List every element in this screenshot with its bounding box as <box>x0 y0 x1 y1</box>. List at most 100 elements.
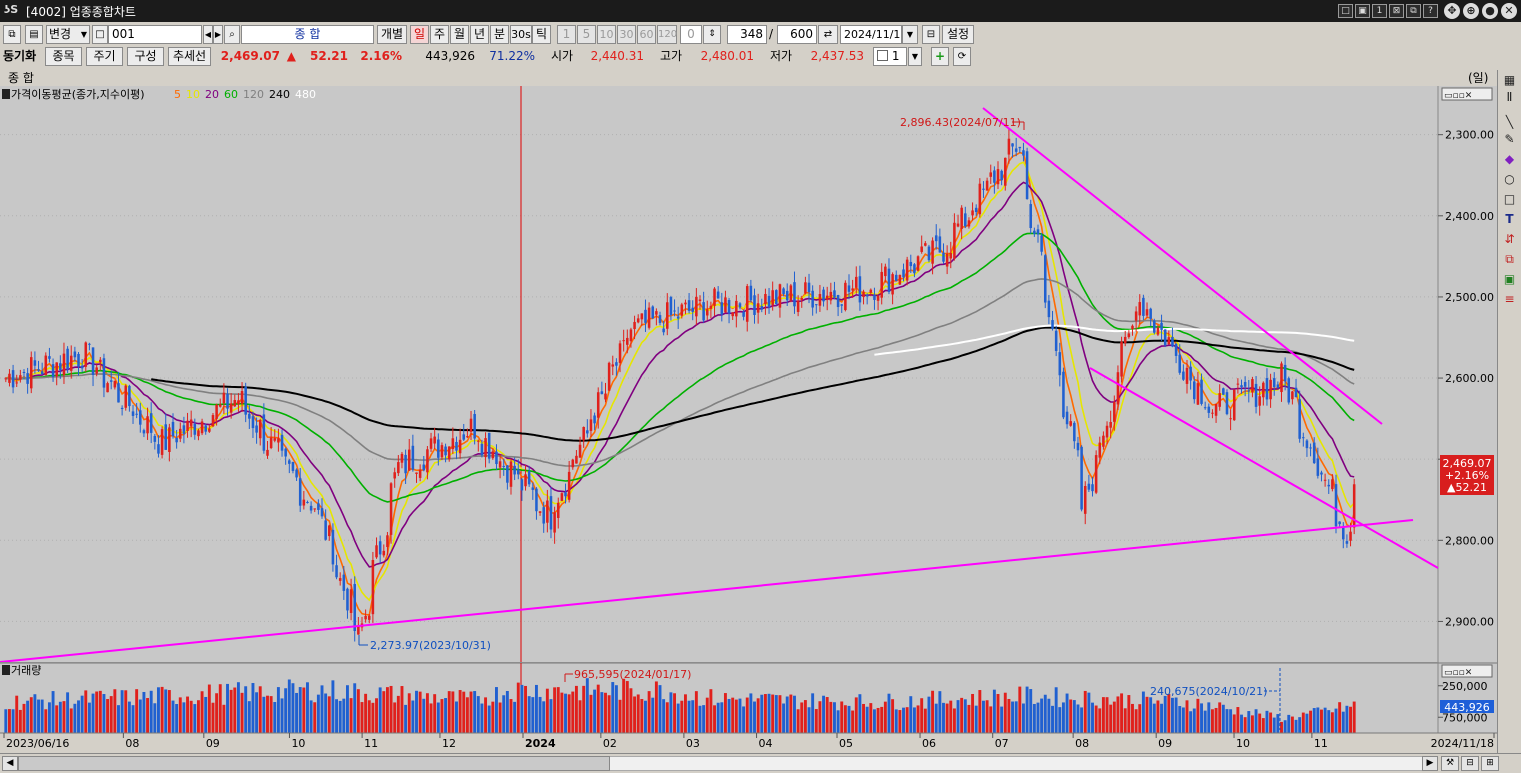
current-price-tag: 2,469.07 +2.16% ▲52.21 <box>1440 455 1494 495</box>
multi-chart-dropdown-icon[interactable]: ▼ <box>908 47 922 66</box>
period-30s-button[interactable]: 30s <box>510 25 532 44</box>
period-month-button[interactable]: 월 <box>450 25 469 44</box>
candle-body <box>949 252 953 259</box>
candle-body <box>233 400 237 407</box>
volume-bar <box>872 709 876 733</box>
volume-bar <box>840 701 844 733</box>
volume-bar <box>167 690 171 733</box>
chart-area[interactable]: 종 합 (일) 가격이동평균(종가,지수이평) 5 10 20 60 120 240 480… <box>0 70 1497 753</box>
stepper-icon[interactable]: ⇕ <box>703 25 721 44</box>
zoom-tool-icon[interactable]: ⚒ <box>1441 756 1459 771</box>
multi-chart-select[interactable]: 1 <box>873 47 907 66</box>
refresh-icon[interactable]: ⇄ <box>818 25 838 44</box>
individual-button[interactable]: 개별 <box>377 25 407 44</box>
add-chart-icon[interactable]: + <box>931 47 949 66</box>
tool-ellipse-icon[interactable]: ○ <box>1501 172 1518 187</box>
horizontal-scrollbar[interactable]: ◀ ▶ ⚒ ⊟ ⊞ <box>0 753 1521 773</box>
settings-button[interactable]: 설정 <box>942 25 974 44</box>
candle-body <box>295 469 298 478</box>
window-split-button[interactable]: ⊠ <box>1389 4 1404 18</box>
tool-text-icon[interactable]: T <box>1501 212 1518 227</box>
code-input[interactable]: 001 <box>108 25 202 44</box>
candle-body <box>80 365 84 369</box>
zoom-out-icon[interactable]: ⊟ <box>1461 756 1479 771</box>
window-tile-button[interactable]: ▣ <box>1355 4 1370 18</box>
tool-grid-icon[interactable]: ▦ <box>1501 73 1518 88</box>
legend-period-20: 20 <box>205 88 219 101</box>
period-minute-button[interactable]: 분 <box>490 25 509 44</box>
minimize-button[interactable]: ● <box>1482 3 1498 19</box>
volume-bar <box>29 697 33 733</box>
window-copy-button[interactable]: ⧉ <box>1406 4 1421 18</box>
chart-canvas[interactable]: 종 합 (일) 가격이동평균(종가,지수이평) 5 10 20 60 120 240 480… <box>0 70 1497 753</box>
stock-button[interactable]: 종목 <box>45 47 82 66</box>
volume-bar <box>527 696 531 733</box>
tool-pen-icon[interactable]: ✎ <box>1501 132 1518 147</box>
window-number-button[interactable]: 1 <box>1372 4 1387 18</box>
date-picker-icon[interactable]: ▼ <box>902 25 918 44</box>
interval-120-button[interactable]: 120 <box>657 25 677 44</box>
save-screen-icon[interactable]: ▤ <box>25 25 43 44</box>
volume-bar <box>509 699 513 733</box>
prev-code-button[interactable]: ◀ <box>203 25 213 44</box>
volume-bar <box>146 698 150 733</box>
candle-body <box>818 294 822 306</box>
interval-30-button[interactable]: 30 <box>617 25 636 44</box>
calendar-icon[interactable]: ⊟ <box>922 25 940 44</box>
help-button[interactable]: ? <box>1423 4 1438 18</box>
reload-icon[interactable]: ⟳ <box>953 47 971 66</box>
candle-body <box>611 364 615 367</box>
volume-bar <box>818 701 822 733</box>
interval-5-button[interactable]: 5 <box>577 25 596 44</box>
next-code-button[interactable]: ▶ <box>213 25 223 44</box>
volume-bar <box>1134 709 1138 733</box>
sync-label[interactable]: 동기화 <box>3 47 36 66</box>
candle-body <box>389 483 393 535</box>
change-dropdown[interactable]: 변경 ▼ <box>46 25 90 44</box>
volume-bar <box>138 699 142 733</box>
search-icon[interactable]: ⌕ <box>224 25 240 44</box>
candle-body <box>48 356 51 359</box>
cycle-button[interactable]: 주기 <box>86 47 123 66</box>
tool-arrow-icon[interactable]: ⇵ <box>1501 232 1518 247</box>
tool-line-icon[interactable]: ╲ <box>1501 115 1518 130</box>
panel-controls-volume[interactable]: ▭▫▫✕ <box>1441 664 1493 678</box>
tool-image-icon[interactable]: ▣ <box>1501 272 1518 287</box>
scroll-left-icon[interactable]: ◀ <box>2 756 18 771</box>
interval-1-button[interactable]: 1 <box>557 25 576 44</box>
period-year-button[interactable]: 년 <box>470 25 489 44</box>
close-button[interactable]: ✕ <box>1501 3 1517 19</box>
candle-body <box>477 440 480 442</box>
zoom-in-icon[interactable]: ⊞ <box>1481 756 1499 771</box>
scroll-thumb[interactable] <box>18 756 610 771</box>
tool-fibonacci-icon[interactable]: ≡ <box>1501 292 1518 307</box>
interval-stepper[interactable]: 0 <box>680 25 702 44</box>
volume-bar <box>567 694 571 733</box>
tool-select-icon[interactable]: Ⅱ <box>1501 90 1518 105</box>
volume-bar <box>309 700 313 733</box>
panel-controls-price[interactable]: ▭▫▫✕ <box>1441 87 1493 101</box>
compose-button[interactable]: 구성 <box>127 47 164 66</box>
display-count-input[interactable]: 348 <box>727 25 767 44</box>
candle-body <box>375 545 378 558</box>
interval-60-button[interactable]: 60 <box>637 25 656 44</box>
move-icon[interactable]: ✥ <box>1444 3 1460 19</box>
trendline-button[interactable]: 추세선 <box>168 47 211 66</box>
scroll-right-icon[interactable]: ▶ <box>1422 756 1438 771</box>
tool-copy-icon[interactable]: ⧉ <box>1501 252 1518 267</box>
volume-bar <box>371 702 375 733</box>
period-day-button[interactable]: 일 <box>410 25 429 44</box>
tool-rectangle-icon[interactable]: □ <box>1501 192 1518 207</box>
code-search-icon[interactable]: □ <box>92 25 108 44</box>
candle-body <box>313 508 317 510</box>
candle-body <box>440 445 444 458</box>
tool-marker-icon[interactable]: ◆ <box>1501 152 1518 167</box>
volume-bar <box>287 679 291 733</box>
interval-10-button[interactable]: 10 <box>597 25 616 44</box>
period-tick-button[interactable]: 틱 <box>532 25 551 44</box>
maximize-button[interactable]: ⊕ <box>1463 3 1479 19</box>
date-input[interactable]: 2024/11/18 <box>840 25 902 44</box>
period-week-button[interactable]: 주 <box>430 25 449 44</box>
layout-icon[interactable]: ⧉ <box>3 25 21 44</box>
window-restore-button[interactable]: □ <box>1338 4 1353 18</box>
